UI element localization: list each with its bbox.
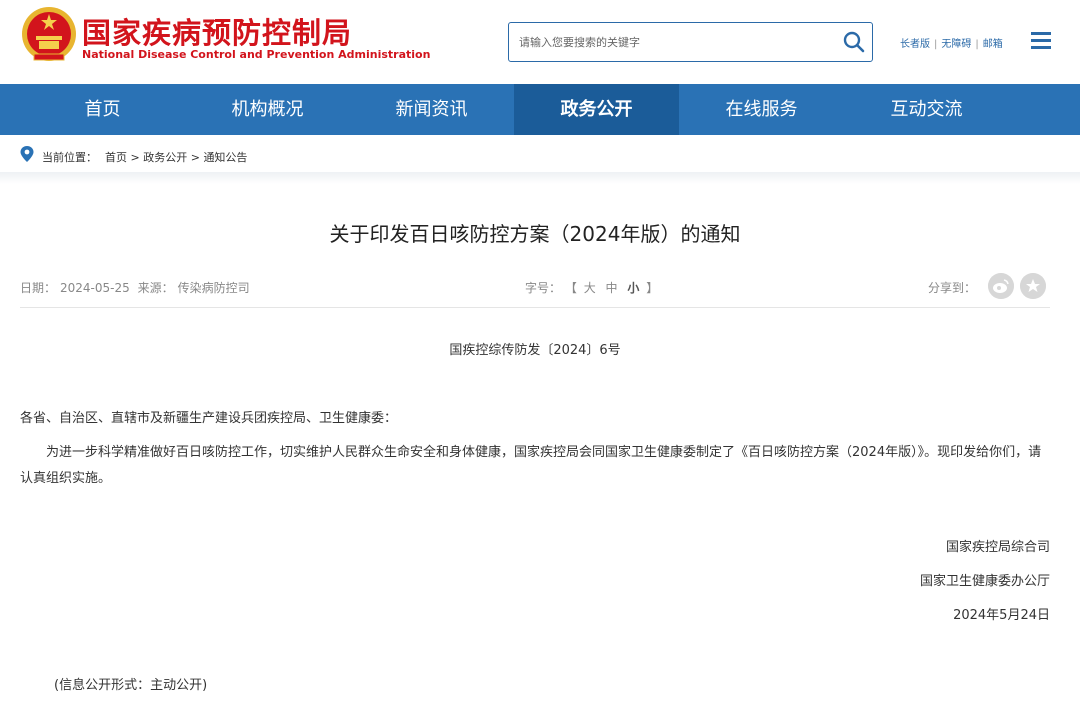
nav-item-news[interactable]: 新闻资讯 (349, 84, 514, 135)
publish-date: 2024-05-25 (60, 281, 130, 295)
article-meta: 日期： 2024-05-25 来源： 传染病防控司 字号： 【 大 中 小 】 分享… (20, 272, 1050, 308)
nav-item-online-services[interactable]: 在线服务 (679, 84, 844, 135)
document-number: 国疾控综传防发〔2024〕6号 (449, 343, 621, 358)
disclosure-type: (信息公开形式：主动公开) (54, 678, 208, 693)
breadcrumb-notices[interactable]: 通知公告 (203, 151, 247, 164)
source-label: 来源： (137, 281, 174, 295)
font-size-large-button[interactable]: 大 (584, 281, 596, 295)
search-input[interactable] (519, 32, 839, 52)
location-pin-icon (20, 146, 34, 162)
signature-issuer-1: 国家疾控局综合司 (945, 540, 1050, 555)
breadcrumb-home[interactable]: 首页 (105, 151, 127, 164)
breadcrumb-government-affairs[interactable]: 政务公开 (143, 151, 187, 164)
font-size-bracket-close: 】 (646, 281, 659, 295)
font-size-label: 字号： (525, 281, 562, 295)
national-emblem-icon (22, 7, 76, 61)
search-icon[interactable] (842, 30, 866, 54)
date-label: 日期： (20, 281, 57, 295)
section-divider (0, 172, 1080, 184)
mailbox-link[interactable]: 邮箱 (983, 39, 1003, 50)
site-title[interactable]: 国家疾病预防控制局 (82, 10, 352, 52)
share-label: 分享到： (927, 281, 976, 295)
elder-mode-link[interactable]: 长者版 (900, 39, 930, 50)
accessibility-link[interactable]: 无障碍 (941, 39, 971, 50)
site-title-english[interactable]: National Disease Control and Prevention … (82, 48, 430, 61)
breadcrumb-separator: > (127, 151, 144, 164)
article-title: 关于印发百日咳防控方案（2024年版）的通知 (329, 222, 741, 246)
nav-item-government-affairs[interactable]: 政务公开 (514, 84, 679, 135)
source-name: 传染病防控司 (177, 281, 250, 295)
nav-item-about[interactable]: 机构概况 (185, 84, 350, 135)
menu-icon[interactable] (1031, 32, 1051, 50)
top-links: 长者版 | 无障碍 | 邮箱 (900, 35, 1003, 50)
weibo-share-icon[interactable] (988, 273, 1014, 299)
search-box (508, 22, 873, 62)
font-size-bracket-open: 【 (564, 281, 577, 295)
link-separator: | (934, 39, 938, 50)
signature-issuer-2: 国家卫生健康委办公厅 (919, 574, 1050, 589)
nav-item-home[interactable]: 首页 (20, 84, 185, 135)
site-header: 国家疾病预防控制局 National Disease Control and P… (0, 0, 1080, 84)
breadcrumb-separator: > (187, 151, 204, 164)
link-separator: | (975, 39, 979, 50)
breadcrumb-label: 当前位置： (42, 151, 97, 164)
font-size-small-button[interactable]: 小 (627, 281, 639, 295)
font-size-medium-button[interactable]: 中 (606, 281, 618, 295)
article-body: 为进一步科学精准做好百日咳防控工作，切实维护人民群众生命安全和身体健康，国家疾控… (20, 445, 1042, 486)
favorite-star-icon[interactable] (1020, 273, 1046, 299)
addressee: 各省、自治区、直辖市及新疆生产建设兵团疾控局、卫生健康委： (20, 411, 398, 426)
main-nav: 首页 机构概况 新闻资讯 政务公开 在线服务 互动交流 (0, 84, 1080, 135)
signature-date: 2024年5月24日 (953, 608, 1050, 623)
nav-item-interaction[interactable]: 互动交流 (844, 84, 1009, 135)
font-size-selector: 字号： 【 大 中 小 】 (525, 279, 658, 296)
